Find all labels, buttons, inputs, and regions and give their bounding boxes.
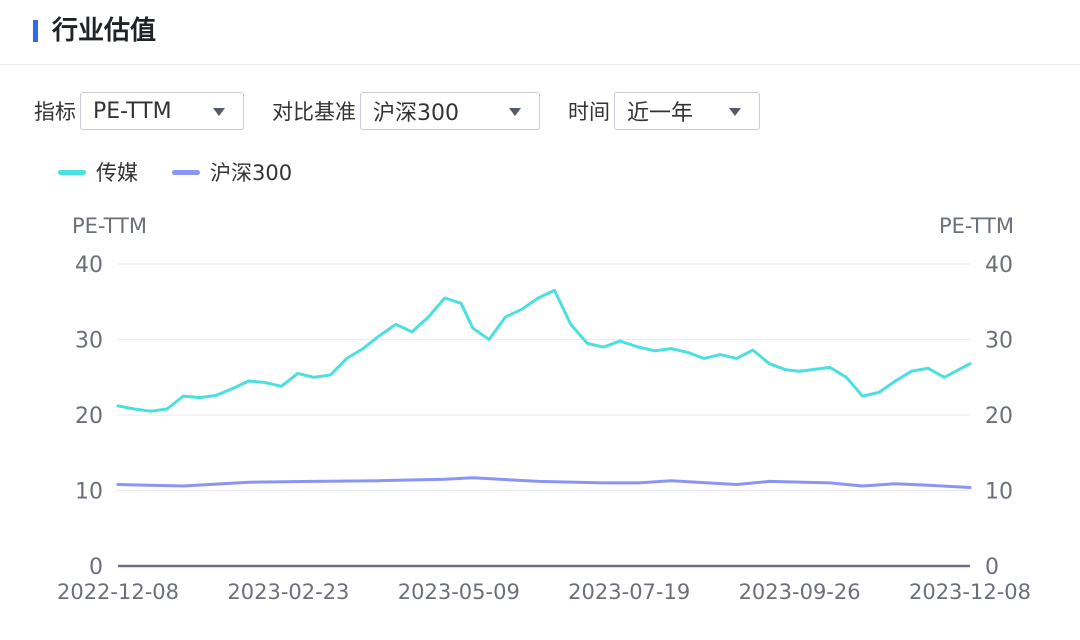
x-tick-label: 2023-02-23 — [227, 580, 349, 604]
x-tick-label: 2023-09-26 — [739, 580, 861, 604]
y-left-tick-label: 40 — [75, 253, 103, 278]
y-left-axis-title: PE-TTM — [72, 214, 147, 238]
y-left-tick-label: 20 — [75, 404, 103, 429]
x-tick-label: 2023-07-19 — [568, 580, 690, 604]
y-right-tick-label: 40 — [985, 253, 1013, 278]
series-line-media — [116, 288, 972, 413]
y-right-tick-label: 30 — [985, 329, 1013, 354]
y-right-axis-title: PE-TTM — [939, 214, 1014, 238]
x-tick-label: 2023-05-09 — [398, 580, 520, 604]
series-line-csi300 — [116, 476, 972, 489]
x-tick-label: 2022-12-08 — [57, 580, 179, 604]
y-right-tick-label: 20 — [985, 404, 1013, 429]
y-left-tick-label: 0 — [89, 555, 103, 580]
pe-ttm-line-chart: 0 0 10 10 20 20 30 30 40 40 PE-TTM PE-TTM 2022-12-08… — [57, 214, 1031, 604]
y-right-tick-label: 10 — [985, 480, 1013, 505]
y-left-tick-label: 10 — [75, 480, 103, 505]
y-left-tick-label: 30 — [75, 329, 103, 354]
x-tick-label: 2023-12-08 — [909, 580, 1031, 604]
y-right-tick-label: 0 — [985, 555, 999, 580]
